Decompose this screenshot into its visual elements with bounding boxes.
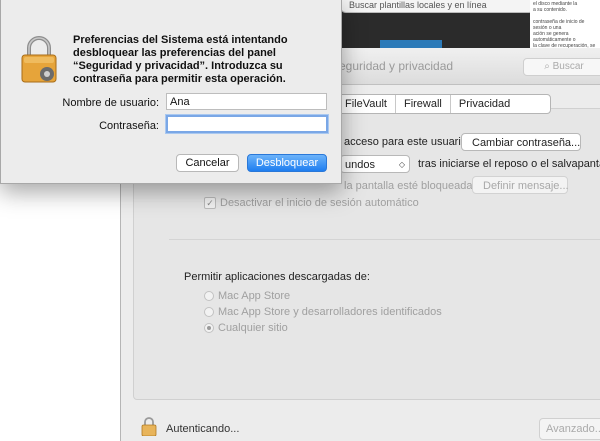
download-option-anywhere[interactable]: Cualquier sitio: [204, 322, 288, 334]
updown-arrows-icon: ◇: [398, 160, 405, 169]
tab-privacy[interactable]: Privacidad: [451, 95, 550, 113]
checkbox-checked-icon[interactable]: ✓: [204, 197, 216, 210]
section-divider: [169, 239, 600, 240]
search-placeholder: Buscar: [552, 61, 584, 72]
padlock-icon: [21, 36, 57, 83]
require-after-text: tras iniciarse el reposo o el salvapanta…: [418, 158, 600, 170]
background-doc-line: ación se genera automáticamente o: [533, 31, 576, 43]
disable-autologin-label: Desactivar el inicio de sesión automátic…: [220, 197, 419, 209]
background-doc-line: contraseña de inicio de sesión o una: [533, 19, 585, 31]
auth-message: Preferencias del Sistema está intentando…: [73, 34, 288, 85]
lock-message-text: la pantalla esté bloqueada: [344, 180, 473, 192]
require-password-popup[interactable]: undos ◇: [340, 155, 410, 173]
cancel-button[interactable]: Cancelar: [176, 154, 239, 172]
background-document-text: el disco mediante la a su contenido. cont…: [530, 0, 600, 52]
window-title: Seguridad y privacidad: [331, 59, 454, 73]
advanced-button[interactable]: Avanzado...: [539, 418, 600, 440]
auth-dialog: Preferencias del Sistema está intentando…: [0, 0, 342, 184]
change-password-button[interactable]: Cambiar contraseña...: [461, 133, 581, 151]
download-option-label: Cualquier sitio: [218, 322, 288, 334]
search-icon: ⌕: [544, 61, 550, 72]
password-field[interactable]: [166, 115, 328, 133]
download-option-app-store[interactable]: Mac App Store: [204, 290, 290, 302]
downloads-heading: Permitir aplicaciones descargadas de:: [184, 271, 370, 283]
tab-firewall[interactable]: Firewall: [396, 95, 451, 113]
username-label: Nombre de usuario:: [62, 97, 159, 109]
tab-filevault[interactable]: FileVault: [337, 95, 396, 113]
require-popup-value: undos: [345, 159, 375, 171]
preferences-tabs: FileVault Firewall Privacidad: [336, 94, 552, 114]
background-search-field[interactable]: Buscar plantillas locales y en línea: [340, 0, 535, 13]
radio-icon[interactable]: [204, 291, 214, 302]
download-option-label: Mac App Store y desarrolladores identifi…: [218, 306, 442, 318]
disable-autologin-option[interactable]: ✓ Desactivar el inicio de sesión automáti…: [204, 197, 419, 210]
password-row-text: acceso para este usuario: [344, 136, 467, 148]
password-label: Contraseña:: [99, 120, 159, 132]
username-field[interactable]: [166, 93, 327, 110]
unlock-button[interactable]: Desbloquear: [247, 154, 327, 172]
radio-icon[interactable]: [204, 307, 214, 318]
radio-selected-icon[interactable]: [204, 323, 214, 334]
download-option-label: Mac App Store: [218, 290, 291, 302]
preferences-search-field[interactable]: ⌕ Buscar: [523, 58, 600, 76]
desktop-area: [0, 186, 120, 441]
padlock-icon[interactable]: [141, 416, 157, 436]
download-option-identified[interactable]: Mac App Store y desarrolladores identifi…: [204, 306, 442, 318]
footer-status: Autenticando...: [166, 423, 240, 435]
set-message-button[interactable]: Definir mensaje...: [472, 176, 569, 194]
